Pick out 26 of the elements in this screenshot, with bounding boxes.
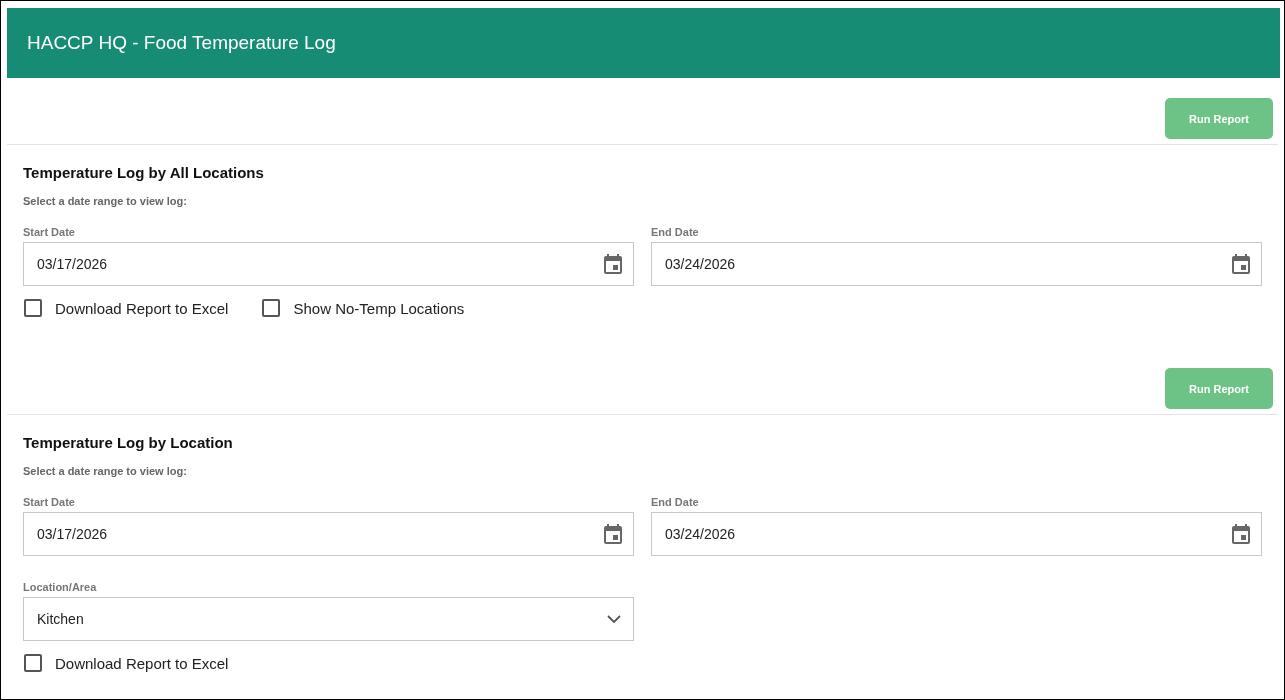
hint-text: Select a date range to view log: [23, 464, 187, 478]
chevron-down-icon[interactable] [607, 615, 621, 623]
field-label: Start Date [23, 225, 75, 239]
calendar-icon[interactable] [604, 524, 622, 544]
checkbox-label: Download Report to Excel [55, 299, 229, 317]
date-field[interactable]: 03/17/2026 [23, 512, 634, 556]
calendar-icon[interactable] [1232, 254, 1250, 274]
checkbox[interactable] [262, 299, 281, 317]
checkbox[interactable] [24, 299, 42, 317]
date-field[interactable]: 03/17/2026 [23, 242, 634, 286]
field-label: End Date [651, 495, 699, 509]
page-title: HACCP HQ - Food Temperature Log [27, 32, 336, 54]
checkbox-label: Show No-Temp Locations [293, 299, 465, 317]
calendar-icon[interactable] [604, 254, 622, 274]
section-title: Temperature Log by All Locations [23, 163, 264, 183]
hint-text: Select a date range to view log: [23, 194, 187, 208]
select-field[interactable]: Kitchen [23, 597, 634, 641]
date-field[interactable]: 03/24/2026 [651, 242, 1262, 286]
checkbox[interactable] [24, 654, 42, 672]
calendar-icon[interactable] [1232, 524, 1250, 544]
field-label: Start Date [23, 495, 75, 509]
checkbox-label: Download Report to Excel [55, 654, 229, 672]
field-label: Location/Area [23, 580, 97, 594]
field-label: End Date [651, 225, 699, 239]
date-field[interactable]: 03/24/2026 [651, 512, 1262, 556]
section-title: Temperature Log by Location [23, 433, 233, 453]
